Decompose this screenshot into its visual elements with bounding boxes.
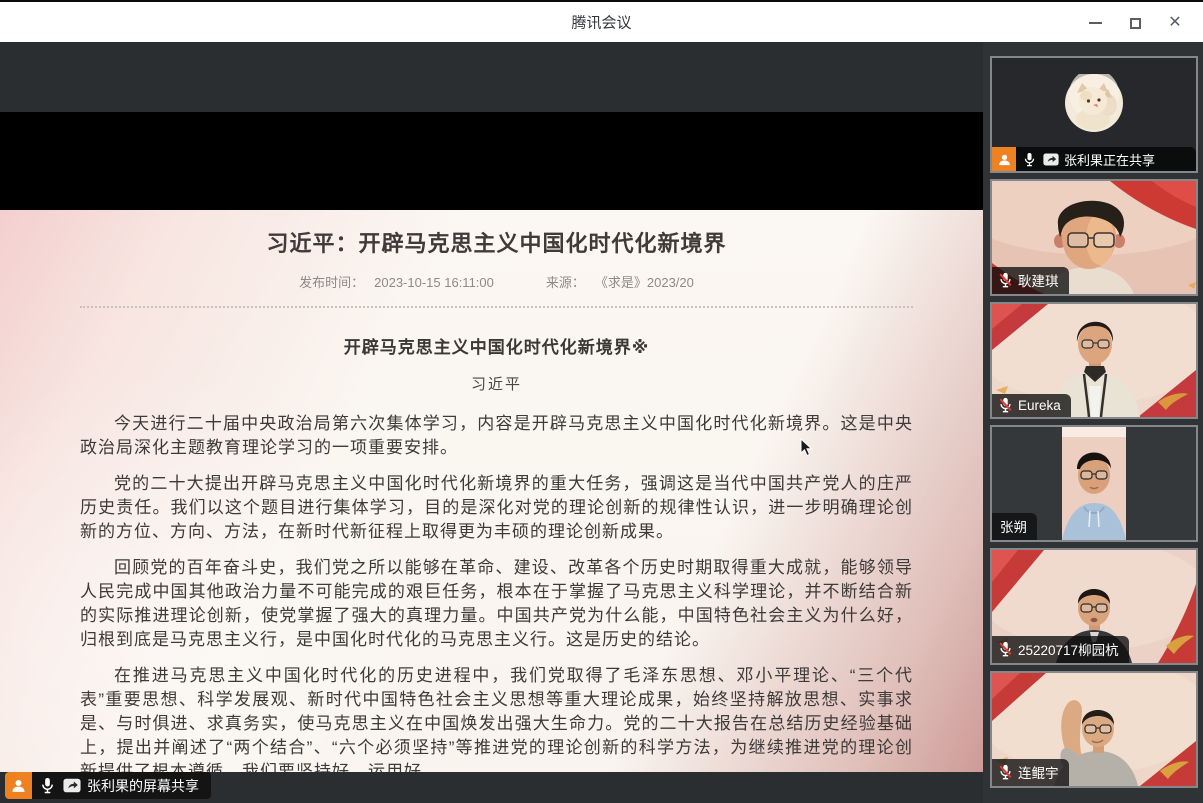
participant-name-tag: 连鲲宇 [992, 759, 1069, 786]
participant-status-bar: 张利果正在共享 [992, 147, 1196, 171]
screen-share-icon [63, 778, 81, 793]
participants-sidebar: 张利果正在共享 [983, 42, 1203, 803]
tencent-meeting-window: 腾讯会议 ✕ 习近平：开辟马克思主义中国化时代化新境界 发布时间： 2023-10… [0, 0, 1203, 803]
mic-on-icon [40, 777, 55, 794]
participant-tile-liankunyu[interactable]: 连鲲宇 [990, 671, 1198, 788]
participant-tile-eureka[interactable]: Eureka [990, 302, 1198, 419]
article-title: 开辟马克思主义中国化时代化新境界※ [80, 333, 913, 358]
mic-on-icon [1023, 152, 1036, 167]
article-paragraph: 今天进行二十届中央政治局第六次集体学习，内容是开辟马克思主义中国化时代化新境界。… [80, 412, 913, 460]
article-paragraph: 在推进马克思主义中国化时代化的历史进程中，我们党取得了毛泽东思想、邓小平理论、“… [80, 664, 913, 772]
participant-name: 张利果正在共享 [1064, 150, 1155, 169]
document-meta: 发布时间： 2023-10-15 16:11:00 来源： 《求是》2023/20 [80, 272, 913, 291]
participant-tile-zhangliguo[interactable]: 张利果正在共享 [990, 56, 1198, 173]
publish-time-value: 2023-10-15 16:11:00 [374, 275, 494, 290]
participant-name: 连鲲宇 [1018, 762, 1059, 782]
screen-share-badge: 张利果的屏幕共享 [5, 772, 211, 799]
window-titlebar: 腾讯会议 ✕ [0, 0, 1203, 42]
close-button[interactable]: ✕ [1155, 2, 1195, 44]
participant-name: Eureka [1018, 398, 1061, 413]
shared-screen-letterbox: 习近平：开辟马克思主义中国化时代化新境界 发布时间： 2023-10-15 16:… [0, 112, 983, 727]
mic-muted-icon [998, 764, 1013, 780]
window-controls: ✕ [1075, 2, 1195, 44]
document-title: 习近平：开辟马克思主义中国化时代化新境界 [80, 210, 913, 258]
source-value: 《求是》2023/20 [595, 275, 694, 290]
dotted-divider [80, 306, 913, 308]
participant-name-tag: 耿建琪 [992, 267, 1069, 294]
share-badge-label: 张利果的屏幕共享 [87, 776, 199, 796]
participant-name-tag: Eureka [992, 394, 1071, 417]
article-author: 习近平 [80, 373, 913, 394]
publish-time-label: 发布时间： [299, 275, 364, 290]
participant-tile-liuyuanhang[interactable]: 25220717柳园杭 [990, 548, 1198, 665]
host-icon [992, 147, 1016, 171]
maximize-button[interactable] [1115, 2, 1155, 44]
article-paragraph: 回顾党的百年奋斗史，我们党之所以能够在革命、建设、改革各个历史时期取得重大成就，… [80, 556, 913, 652]
screen-share-icon [1043, 153, 1059, 166]
participant-tile-zhangshuo[interactable]: 张朔 [990, 425, 1198, 542]
participant-name: 张朔 [1000, 516, 1027, 536]
mouse-cursor-icon [800, 438, 813, 457]
source-label: 来源： [546, 275, 585, 290]
participant-name-tag: 25220717柳园杭 [992, 636, 1129, 663]
mic-muted-icon [998, 397, 1013, 413]
maximize-icon [1130, 18, 1141, 29]
participant-tile-gengjianqi[interactable]: 耿建琪 [990, 179, 1198, 296]
minimize-icon [1089, 22, 1102, 24]
mic-muted-icon [998, 641, 1013, 657]
minimize-button[interactable] [1075, 2, 1115, 44]
article-paragraph: 党的二十大提出开辟马克思主义中国化时代化新境界的重大任务，强调这是当代中国共产党… [80, 472, 913, 544]
host-icon [5, 772, 32, 799]
close-icon: ✕ [1168, 15, 1181, 31]
mic-muted-icon [998, 272, 1013, 288]
window-title: 腾讯会议 [571, 12, 631, 33]
participant-name: 耿建琪 [1018, 270, 1059, 290]
participant-name: 25220717柳园杭 [1018, 639, 1119, 659]
avatar [992, 58, 1196, 147]
shared-document-page: 习近平：开辟马克思主义中国化时代化新境界 发布时间： 2023-10-15 16:… [0, 210, 983, 772]
screen-share-stage: 习近平：开辟马克思主义中国化时代化新境界 发布时间： 2023-10-15 16:… [0, 42, 983, 803]
participant-name-tag: 张朔 [992, 513, 1037, 540]
cat-avatar-icon [1065, 74, 1123, 132]
